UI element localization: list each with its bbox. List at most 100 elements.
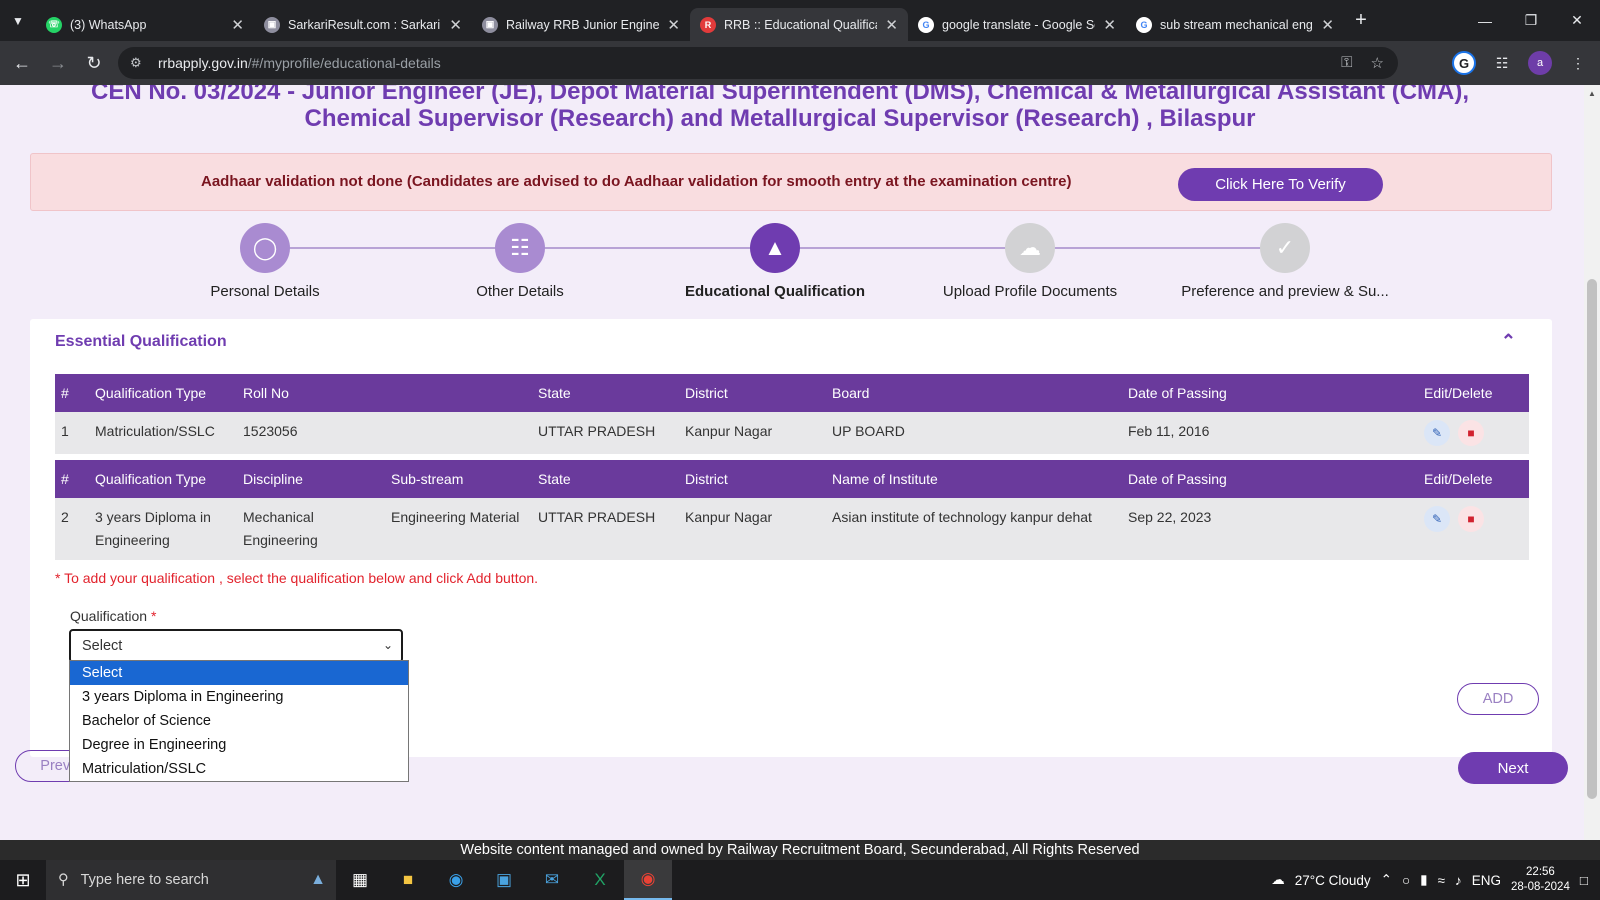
address-bar-row: ← → ↻ ⚙ rrbapply.gov.in/#/myprofile/educ… bbox=[0, 41, 1600, 85]
edit-pencil-icon[interactable]: ✎ bbox=[1424, 420, 1450, 446]
scrollbar-thumb[interactable] bbox=[1587, 279, 1597, 799]
qualification-select[interactable]: Select ⌄ bbox=[69, 629, 403, 663]
select-value: Select bbox=[82, 638, 123, 654]
verify-aadhaar-button[interactable]: Click Here To Verify bbox=[1178, 168, 1383, 201]
scroll-up-icon[interactable]: ▲ bbox=[1588, 89, 1596, 98]
weather-text[interactable]: 27°C Cloudy bbox=[1295, 873, 1371, 888]
qualification-table-2: # Qualification Type Discipline Sub-stre… bbox=[55, 460, 1529, 560]
cell: Kanpur Nagar bbox=[679, 498, 826, 560]
store-icon[interactable]: ▣ bbox=[480, 860, 528, 900]
extensions-puzzle-icon[interactable]: ☷ bbox=[1490, 51, 1514, 75]
col-header: Discipline bbox=[237, 460, 385, 498]
add-button[interactable]: ADD bbox=[1457, 683, 1539, 715]
required-asterisk: * bbox=[150, 608, 157, 624]
cell: 2 bbox=[55, 498, 89, 560]
close-tab-icon[interactable]: ✕ bbox=[885, 16, 898, 34]
browser-tab-bar: ▼ ☏ (3) WhatsApp ✕ ▣ SarkariResult.com :… bbox=[0, 0, 1600, 41]
tab-title: google translate - Google Se bbox=[942, 17, 1096, 32]
cell: Kanpur Nagar bbox=[679, 412, 826, 454]
collapse-chevron-icon[interactable]: ⌃ bbox=[1501, 331, 1516, 352]
dropdown-option[interactable]: Select bbox=[70, 661, 408, 685]
col-header: Date of Passing bbox=[1122, 374, 1418, 412]
excel-icon[interactable]: X bbox=[576, 860, 624, 900]
cell: Engineering Material bbox=[385, 498, 532, 560]
weather-icon[interactable]: ☁ bbox=[1271, 872, 1285, 888]
close-tab-icon[interactable]: ✕ bbox=[1103, 16, 1116, 34]
windows-start-icon[interactable]: ⊞ bbox=[0, 860, 46, 900]
tab-google-translate[interactable]: G google translate - Google Se ✕ bbox=[908, 8, 1126, 41]
tab-railway-rrb[interactable]: ▣ Railway RRB Junior Engineer ✕ bbox=[472, 8, 690, 41]
tab-title: SarkariResult.com : Sarkari Re bbox=[288, 17, 441, 32]
url-path: /#/myprofile/educational-details bbox=[247, 55, 441, 71]
tab-sarkariresult[interactable]: ▣ SarkariResult.com : Sarkari Re ✕ bbox=[254, 8, 472, 41]
cell: UP BOARD bbox=[826, 412, 1122, 454]
file-explorer-icon[interactable]: ■ bbox=[384, 860, 432, 900]
dropdown-option[interactable]: Matriculation/SSLC bbox=[70, 757, 408, 781]
tab-title: (3) WhatsApp bbox=[70, 17, 147, 32]
profile-avatar[interactable]: a bbox=[1528, 51, 1552, 75]
bookmark-star-icon[interactable]: ☆ bbox=[1371, 54, 1384, 72]
clock[interactable]: 22:56 28-08-2024 bbox=[1511, 865, 1570, 895]
volume-icon[interactable]: ♪ bbox=[1455, 873, 1462, 888]
tab-title: sub stream mechanical engi bbox=[1160, 17, 1314, 32]
tab-rrb-educational[interactable]: R RRB :: Educational Qualificati ✕ bbox=[690, 8, 908, 41]
tab-title: RRB :: Educational Qualificati bbox=[724, 17, 878, 32]
url-field[interactable]: ⚙ rrbapply.gov.in/#/myprofile/educationa… bbox=[118, 47, 1398, 79]
col-header: # bbox=[55, 460, 89, 498]
back-icon[interactable]: ← bbox=[4, 45, 40, 81]
kebab-menu-icon[interactable]: ⋮ bbox=[1566, 51, 1590, 75]
site-info-icon[interactable]: ⚙ bbox=[130, 55, 148, 71]
step-preference-preview[interactable]: ✓ Preference and preview & Su... bbox=[1155, 223, 1415, 300]
language-indicator[interactable]: ENG bbox=[1472, 873, 1501, 888]
restore-icon[interactable]: ❐ bbox=[1508, 0, 1554, 41]
delete-trash-icon[interactable]: ■ bbox=[1458, 420, 1484, 446]
close-tab-icon[interactable]: ✕ bbox=[449, 16, 462, 34]
close-window-icon[interactable]: ✕ bbox=[1554, 0, 1600, 41]
notifications-icon[interactable]: □ bbox=[1580, 873, 1588, 888]
new-tab-icon[interactable]: + bbox=[1344, 9, 1378, 32]
qualification-dropdown-list: Select 3 years Diploma in Engineering Ba… bbox=[69, 660, 409, 782]
taskbar-search[interactable]: ⚲ Type here to search ▲ bbox=[46, 860, 336, 900]
cell: 1 bbox=[55, 412, 89, 454]
cloud-upload-icon: ☁ bbox=[1005, 223, 1055, 273]
tray-chevron-up-icon[interactable]: ⌃ bbox=[1381, 872, 1392, 888]
tab-title: Railway RRB Junior Engineer bbox=[506, 17, 660, 32]
edit-pencil-icon[interactable]: ✎ bbox=[1424, 506, 1450, 532]
person-icon: ◯ bbox=[240, 223, 290, 273]
task-view-icon[interactable]: ▦ bbox=[336, 860, 384, 900]
step-educational-qualification[interactable]: ▲ Educational Qualification bbox=[645, 223, 905, 300]
edge-icon[interactable]: ◉ bbox=[432, 860, 480, 900]
forward-icon[interactable]: → bbox=[40, 45, 76, 81]
step-other-details[interactable]: ☷ Other Details bbox=[390, 223, 650, 300]
chrome-icon[interactable]: ◉ bbox=[624, 860, 672, 900]
cell: Mechanical Engineering bbox=[237, 498, 385, 560]
vertical-scrollbar[interactable]: ▲ ▼ bbox=[1584, 85, 1600, 860]
password-key-icon[interactable]: ⚿ bbox=[1341, 54, 1352, 72]
close-tab-icon[interactable]: ✕ bbox=[1321, 16, 1334, 34]
dropdown-option[interactable]: Bachelor of Science bbox=[70, 709, 408, 733]
battery-icon[interactable]: ▮ bbox=[1420, 872, 1427, 888]
tab-whatsapp[interactable]: ☏ (3) WhatsApp ✕ bbox=[36, 8, 254, 41]
wifi-icon[interactable]: ≈ bbox=[1438, 873, 1445, 888]
dropdown-option[interactable]: Degree in Engineering bbox=[70, 733, 408, 757]
meet-now-icon[interactable]: ○ bbox=[1402, 873, 1410, 888]
next-button[interactable]: Next bbox=[1458, 752, 1568, 784]
mail-icon[interactable]: ✉ bbox=[528, 860, 576, 900]
minimize-icon[interactable]: — bbox=[1462, 0, 1508, 41]
cell: 3 years Diploma in Engineering bbox=[89, 498, 237, 560]
close-tab-icon[interactable]: ✕ bbox=[667, 16, 680, 34]
step-personal-details[interactable]: ◯ Personal Details bbox=[135, 223, 395, 300]
alert-message: Aadhaar validation not done (Candidates … bbox=[201, 173, 1072, 190]
qualification-label-text: Qualification bbox=[70, 608, 148, 624]
grammarly-icon[interactable]: G bbox=[1452, 51, 1476, 75]
col-header: State bbox=[532, 374, 679, 412]
windows-taskbar: ⊞ ⚲ Type here to search ▲ ▦ ■ ◉ ▣ ✉ X ◉ … bbox=[0, 860, 1600, 900]
close-tab-icon[interactable]: ✕ bbox=[231, 16, 244, 34]
tab-sub-stream[interactable]: G sub stream mechanical engi ✕ bbox=[1126, 8, 1344, 41]
delete-trash-icon[interactable]: ■ bbox=[1458, 506, 1484, 532]
reload-icon[interactable]: ↻ bbox=[76, 45, 112, 81]
tab-search-icon[interactable]: ▼ bbox=[0, 0, 36, 41]
step-upload-documents[interactable]: ☁ Upload Profile Documents bbox=[900, 223, 1160, 300]
actions-cell: ✎ ■ bbox=[1418, 412, 1529, 454]
dropdown-option[interactable]: 3 years Diploma in Engineering bbox=[70, 685, 408, 709]
